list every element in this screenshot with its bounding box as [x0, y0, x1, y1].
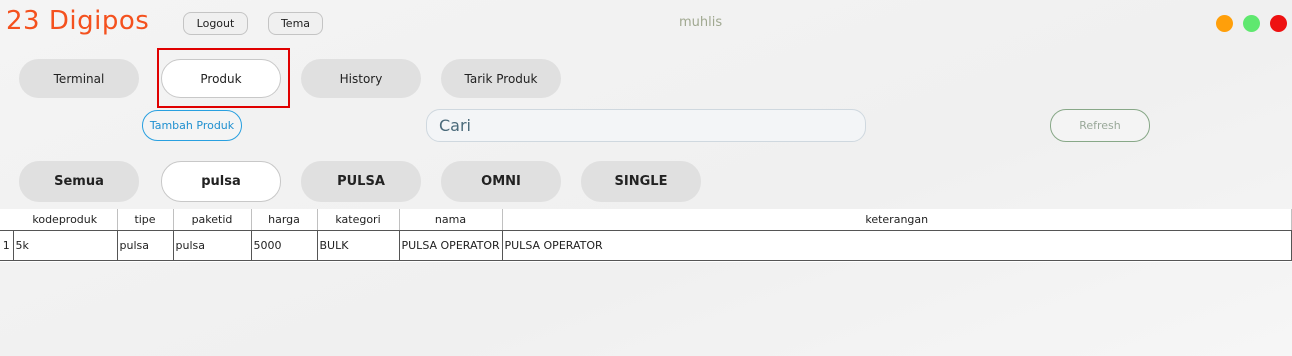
row-number: 1 [0, 230, 14, 261]
column-header[interactable]: kategori [317, 209, 400, 231]
column-header[interactable]: paketid [173, 209, 252, 231]
logout-button[interactable]: Logout [183, 12, 248, 35]
table-cell[interactable]: 5k [13, 230, 118, 261]
table-cell[interactable]: 5000 [251, 230, 318, 261]
filter-single[interactable]: SINGLE [581, 161, 701, 202]
minimize-icon[interactable] [1216, 15, 1233, 32]
tab-tarik-produk[interactable]: Tarik Produk [441, 59, 561, 98]
table-cell[interactable]: pulsa [117, 230, 174, 261]
product-table: kodeproduk tipe paketid harga kategori n… [0, 209, 1292, 262]
filter-semua[interactable]: Semua [19, 161, 139, 202]
app-title: 23 Digipos [6, 6, 150, 36]
maximize-icon[interactable] [1243, 15, 1260, 32]
table-cell[interactable]: pulsa [173, 230, 252, 261]
add-product-button[interactable]: Tambah Produk [142, 110, 242, 141]
tab-history[interactable]: History [301, 59, 421, 98]
table-cell[interactable]: PULSA OPERATOR [502, 230, 1292, 261]
close-icon[interactable] [1270, 15, 1287, 32]
refresh-button[interactable]: Refresh [1050, 109, 1150, 142]
row-number-header [0, 209, 13, 231]
filter-pulsa[interactable]: pulsa [161, 161, 281, 202]
table-row[interactable]: 1 5k pulsa pulsa 5000 BULK PULSA OPERATO… [0, 230, 1292, 261]
column-header[interactable]: kodeproduk [13, 209, 118, 231]
table-cell[interactable]: PULSA OPERATOR [399, 230, 503, 261]
theme-button[interactable]: Tema [268, 12, 323, 35]
search-input[interactable]: Cari [426, 109, 866, 142]
filter-omni[interactable]: OMNI [441, 161, 561, 202]
tab-produk[interactable]: Produk [161, 59, 281, 98]
table-header: kodeproduk tipe paketid harga kategori n… [0, 209, 1292, 231]
tab-terminal[interactable]: Terminal [19, 59, 139, 98]
column-header[interactable]: nama [399, 209, 503, 231]
column-header[interactable]: keterangan [502, 209, 1292, 231]
column-header[interactable]: harga [251, 209, 318, 231]
table-cell[interactable]: BULK [317, 230, 400, 261]
username-label: muhlis [679, 15, 723, 30]
filter-pulsa-upper[interactable]: PULSA [301, 161, 421, 202]
column-header[interactable]: tipe [117, 209, 174, 231]
